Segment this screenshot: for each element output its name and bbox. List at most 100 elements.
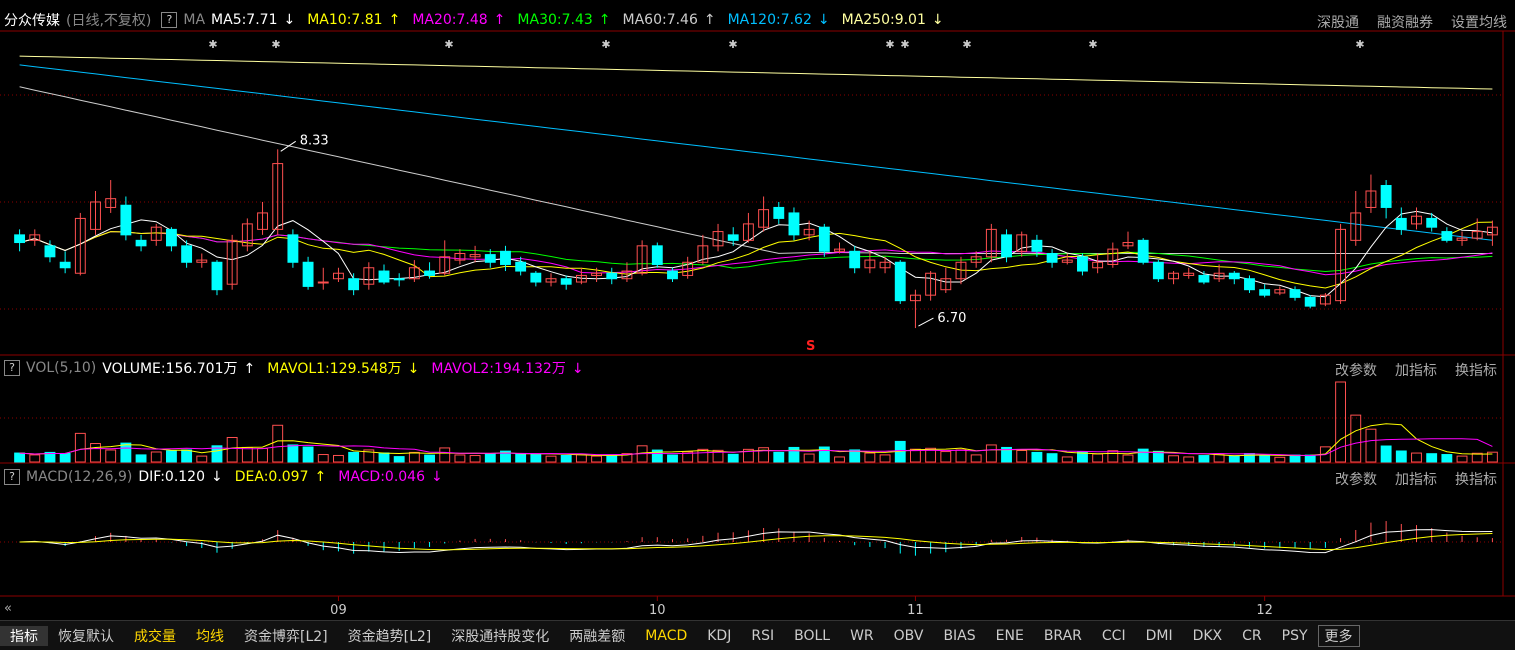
tab-wr[interactable]: WR <box>840 628 884 644</box>
event-marker-icon: ✱ <box>885 38 894 51</box>
event-marker-icon: ✱ <box>444 38 453 51</box>
tab-psy[interactable]: PSY <box>1272 628 1318 644</box>
candle-body <box>894 261 906 302</box>
tab-brar[interactable]: BRAR <box>1034 628 1092 644</box>
tab-sgt-change[interactable]: 深股通持股变化 <box>441 626 559 646</box>
scroll-left-icon: « <box>4 601 12 616</box>
tab-rsi[interactable]: RSI <box>741 628 784 644</box>
candle-body <box>1137 239 1149 263</box>
volume-bar <box>135 454 147 463</box>
volume-bar <box>909 448 921 463</box>
volume-bar <box>1365 428 1377 463</box>
volume-bar <box>1259 455 1271 463</box>
tab-dkx[interactable]: DKX <box>1183 628 1233 644</box>
candle-body <box>378 270 390 283</box>
volume-bar <box>864 452 876 463</box>
volume-bar <box>1137 448 1149 463</box>
tab-more[interactable]: 更多 <box>1317 624 1360 647</box>
x-tick-label: 10 <box>649 603 666 618</box>
volume-bar <box>257 448 268 463</box>
candle-body <box>500 250 511 265</box>
tab-ene[interactable]: ENE <box>986 628 1034 644</box>
volume-bar <box>29 454 41 463</box>
tab-volume[interactable]: 成交量 <box>124 626 186 646</box>
x-tick-label: 12 <box>1256 603 1273 618</box>
candle-body <box>606 272 618 280</box>
candle-body <box>727 234 739 241</box>
volume-bar <box>834 456 845 463</box>
volume-bar <box>879 454 891 463</box>
volume-bar <box>1122 454 1134 463</box>
volume-bar <box>1213 454 1225 463</box>
volume-bar <box>150 451 162 463</box>
tab-bias[interactable]: BIAS <box>933 628 985 644</box>
volume-bar <box>545 455 557 463</box>
candle-body <box>1426 217 1438 228</box>
candle-body <box>14 234 26 244</box>
mavol2-line <box>19 438 1493 457</box>
tab-margin-diff[interactable]: 两融差额 <box>559 626 635 646</box>
volume-bar <box>165 450 177 463</box>
candle-body <box>424 270 435 276</box>
candle-body <box>560 278 572 285</box>
volume-bar <box>1380 445 1392 463</box>
volume-bar <box>955 449 967 463</box>
sell-signal-marker: S <box>806 339 815 354</box>
tab-macd[interactable]: MACD <box>635 628 697 644</box>
volume-bar <box>985 444 997 463</box>
event-marker-icon: ✱ <box>1088 38 1097 51</box>
event-marker-icon: ✱ <box>271 38 280 51</box>
candle-body <box>1198 274 1210 283</box>
volume-bar <box>241 446 253 463</box>
tab-boll[interactable]: BOLL <box>784 628 840 644</box>
volume-bar <box>454 454 466 463</box>
tab-cci[interactable]: CCI <box>1092 628 1136 644</box>
volume-bar <box>272 424 284 463</box>
volume-bar <box>515 453 527 463</box>
volume-bar <box>484 453 496 463</box>
volume-bar <box>530 454 542 463</box>
candle-body <box>1001 234 1012 258</box>
tab-capital-game[interactable]: 资金博弈[L2] <box>234 626 338 646</box>
candle-body <box>1228 272 1240 280</box>
volume-bar <box>1426 453 1438 463</box>
volume-bar <box>560 454 572 463</box>
volume-bar <box>196 455 208 463</box>
volume-bar <box>393 456 405 463</box>
volume-bar <box>1395 450 1407 463</box>
candle-body <box>651 245 663 265</box>
volume-bar <box>1031 451 1043 463</box>
volume-bar <box>333 454 344 463</box>
tab-obv[interactable]: OBV <box>884 628 934 644</box>
volume-bar <box>105 449 117 463</box>
x-tick-label: 11 <box>907 603 924 618</box>
event-marker-icon: ✱ <box>601 38 610 51</box>
high-label: 8.33 <box>300 133 329 148</box>
candle-body <box>1259 289 1271 296</box>
volume-bar <box>120 442 132 463</box>
event-marker-icon: ✱ <box>208 38 217 51</box>
tab-ma[interactable]: 均线 <box>186 626 234 646</box>
volume-bar <box>59 452 71 463</box>
high-pointer <box>280 140 296 152</box>
volume-bar <box>1092 453 1104 463</box>
volume-bar <box>348 451 360 463</box>
ma5-line <box>19 210 1493 298</box>
volume-bar <box>378 452 390 463</box>
volume-bar <box>302 446 314 463</box>
candle-body <box>1244 278 1255 291</box>
tab-restore-default[interactable]: 恢复默认 <box>48 626 124 646</box>
candle-body <box>515 261 527 272</box>
tab-dmi[interactable]: DMI <box>1136 628 1183 644</box>
candle-body <box>773 206 785 219</box>
ma60-line <box>19 86 1493 254</box>
candle-body <box>1031 239 1043 252</box>
chart-canvas[interactable]: 8.33 6.70 S ✱ ✱ ✱ ✱ ✱ ✱ ✱ ✱ ✱ ✱ 09 10 11 12 « <box>0 0 1515 620</box>
tab-kdj[interactable]: KDJ <box>697 628 741 644</box>
tab-cr[interactable]: CR <box>1232 628 1272 644</box>
volume-bar <box>1456 455 1468 463</box>
tab-indicator[interactable]: 指标 <box>0 625 48 646</box>
candle-body <box>1395 217 1407 230</box>
volume-bar <box>439 447 451 463</box>
tab-capital-trend[interactable]: 资金趋势[L2] <box>338 626 442 646</box>
